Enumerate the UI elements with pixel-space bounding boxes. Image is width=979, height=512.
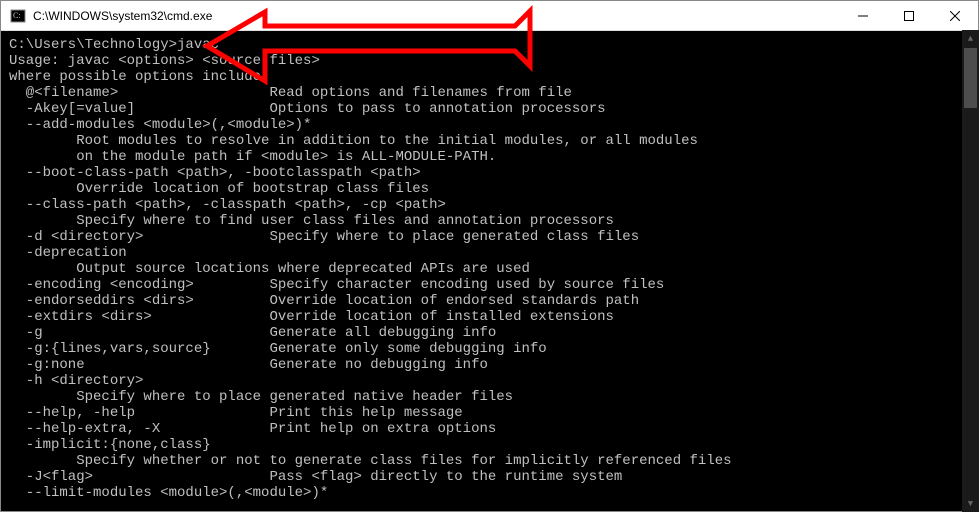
- terminal-line: Output source locations where deprecated…: [9, 261, 970, 277]
- scroll-up-arrow[interactable]: ▲: [962, 30, 979, 47]
- titlebar[interactable]: C: C:\WINDOWS\system32\cmd.exe: [1, 1, 978, 31]
- terminal-line: where possible options include:: [9, 69, 970, 85]
- terminal-line: --class-path <path>, -classpath <path>, …: [9, 197, 970, 213]
- close-button[interactable]: [932, 1, 978, 30]
- cmd-window: C: C:\WINDOWS\system32\cmd.exe C:\Users\…: [0, 0, 979, 512]
- terminal-line: Specify whether or not to generate class…: [9, 453, 970, 469]
- scrollbar-thumb[interactable]: [964, 48, 977, 108]
- terminal-output[interactable]: C:\Users\Technology>javacUsage: javac <o…: [1, 31, 978, 511]
- terminal-line: -encoding <encoding> Specify character e…: [9, 277, 970, 293]
- terminal-line: --help, -help Print this help message: [9, 405, 970, 421]
- terminal-line: -implicit:{none,class}: [9, 437, 970, 453]
- terminal-line: --limit-modules <module>(,<module>)*: [9, 485, 970, 501]
- terminal-line: --add-modules <module>(,<module>)*: [9, 117, 970, 133]
- terminal-line: -g:none Generate no debugging info: [9, 357, 970, 373]
- terminal-line: -deprecation: [9, 245, 970, 261]
- svg-text:C:: C:: [13, 11, 21, 20]
- window-title: C:\WINDOWS\system32\cmd.exe: [33, 9, 840, 23]
- terminal-line: -d <directory> Specify where to place ge…: [9, 229, 970, 245]
- terminal-line: Root modules to resolve in addition to t…: [9, 133, 970, 149]
- terminal-line: Override location of bootstrap class fil…: [9, 181, 970, 197]
- terminal-line: --boot-class-path <path>, -bootclasspath…: [9, 165, 970, 181]
- terminal-line: -g Generate all debugging info: [9, 325, 970, 341]
- terminal-line: Specify where to place generated native …: [9, 389, 970, 405]
- vertical-scrollbar[interactable]: ▲ ▼: [962, 30, 979, 512]
- terminal-line: -endorseddirs <dirs> Override location o…: [9, 293, 970, 309]
- terminal-line: @<filename> Read options and filenames f…: [9, 85, 970, 101]
- terminal-line: -Akey[=value] Options to pass to annotat…: [9, 101, 970, 117]
- cmd-icon: C:: [9, 7, 27, 25]
- maximize-button[interactable]: [886, 1, 932, 30]
- terminal-line: -J<flag> Pass <flag> directly to the run…: [9, 469, 970, 485]
- terminal-line: -extdirs <dirs> Override location of ins…: [9, 309, 970, 325]
- terminal-line: -g:{lines,vars,source} Generate only som…: [9, 341, 970, 357]
- minimize-button[interactable]: [840, 1, 886, 30]
- terminal-line: on the module path if <module> is ALL-MO…: [9, 149, 970, 165]
- terminal-line: -h <directory>: [9, 373, 970, 389]
- terminal-line: C:\Users\Technology>javac: [9, 37, 970, 53]
- window-controls: [840, 1, 978, 30]
- terminal-line: Specify where to find user class files a…: [9, 213, 970, 229]
- scroll-down-arrow[interactable]: ▼: [962, 495, 979, 512]
- terminal-line: Usage: javac <options> <source files>: [9, 53, 970, 69]
- terminal-line: --help-extra, -X Print help on extra opt…: [9, 421, 970, 437]
